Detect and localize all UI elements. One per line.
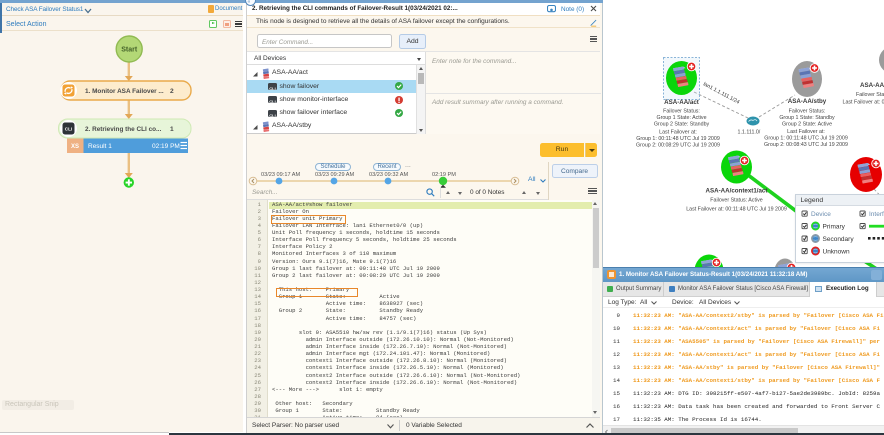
svg-text:Group 1 State: Standby: Group 1 State: Standby [779, 115, 835, 121]
svg-text:Last Failover at: 00:11:48 UTC: Last Failover at: 00:11:48 UTC Jul 19 20… [686, 207, 787, 213]
svg-text:Secondary: Secondary [822, 236, 854, 243]
svg-text:Group 2 State: Active: Group 2 State: Active [782, 122, 832, 128]
svg-text:CLI: CLI [65, 127, 72, 132]
svg-text:Interfac: Interfac [869, 211, 884, 218]
svg-text:Group 1: 00:11:48 UTC Jul 19 2: Group 1: 00:11:48 UTC Jul 19 2009 [636, 136, 720, 142]
svg-text:1: 1 [170, 126, 174, 133]
svg-text:Failover Status: Active: Failover Status: Active [710, 198, 762, 204]
svg-text:Unknown: Unknown [822, 249, 849, 256]
svg-text:Result 1: Result 1 [88, 143, 112, 150]
svg-text:1. Monitor ASA Failover ...: 1. Monitor ASA Failover ... [85, 88, 164, 95]
svg-text:XS: XS [71, 144, 79, 150]
svg-text:2. Retrieving the CLI co...: 2. Retrieving the CLI co... [85, 126, 162, 133]
svg-text:ASA-AA/stby: ASA-AA/stby [788, 98, 827, 105]
svg-text:Group 2: 00:08:29 UTC Jul 19 2: Group 2: 00:08:29 UTC Jul 19 2009 [636, 143, 720, 149]
svg-text:Failover Status:: Failover Status: [663, 109, 700, 115]
svg-text:ASA-AA/act2/s: ASA-AA/act2/s [860, 82, 884, 89]
svg-text:Device: Device [811, 211, 831, 218]
svg-text:Group 1: 00:11:48 UTC Jul 19 2: Group 1: 00:11:48 UTC Jul 19 2009 [764, 136, 848, 142]
svg-text:Last Failover at: 00:11:4: Last Failover at: 00:11:4 [843, 100, 884, 106]
svg-text:1.1.111.0/: 1.1.111.0/ [738, 130, 761, 136]
svg-text:02:19 PM: 02:19 PM [152, 143, 180, 150]
svg-text:Failover Status:: Failover Status: [789, 109, 826, 115]
svg-text:ASA-AA/act: ASA-AA/act [664, 99, 699, 106]
svg-text:Failover Statu: Failover Statu [856, 92, 884, 98]
svg-text:2: 2 [170, 88, 174, 95]
svg-text:Group 1 State: Active: Group 1 State: Active [656, 115, 706, 121]
svg-text:Last Failover at:: Last Failover at: [659, 130, 697, 136]
svg-text:Primary: Primary [822, 224, 845, 231]
svg-text:Start: Start [121, 47, 138, 54]
svg-text:ASA-AA/context1/act: ASA-AA/context1/act [706, 188, 768, 195]
svg-text:Group 2: 00:08:43 UTC Jul 19 2: Group 2: 00:08:43 UTC Jul 19 2009 [764, 142, 848, 148]
svg-text:Last Failover at:: Last Failover at: [787, 129, 825, 135]
svg-text:Group 2 State: Standby: Group 2 State: Standby [654, 122, 710, 128]
svg-text:lan1 1.1.111.1/24: lan1 1.1.111.1/24 [702, 81, 740, 105]
